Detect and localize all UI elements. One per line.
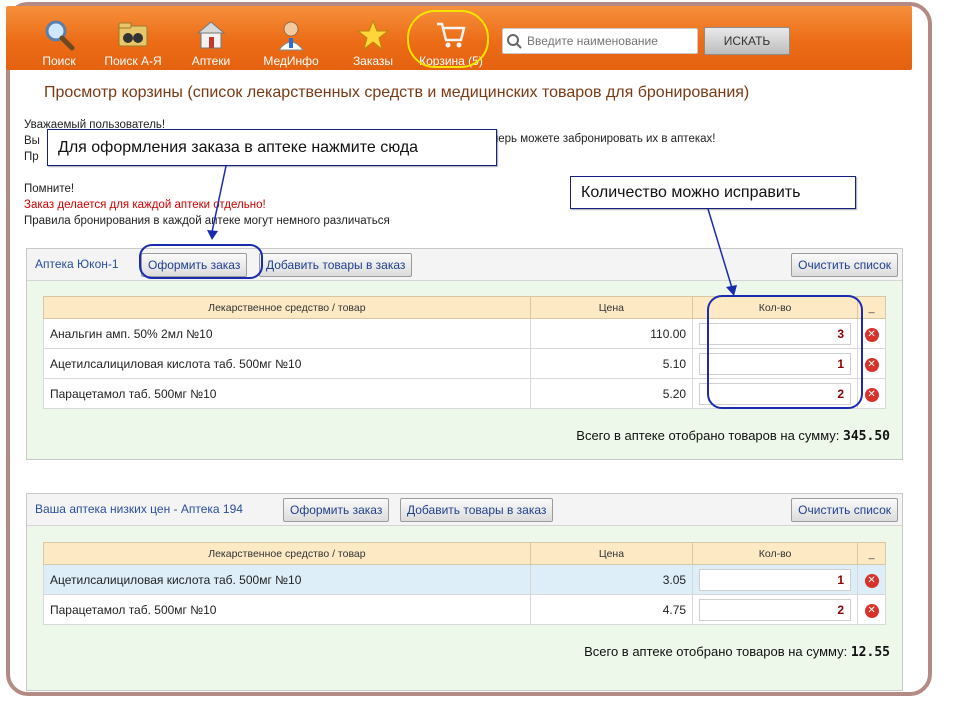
item-qty-cell	[692, 594, 859, 625]
total-label: Всего в аптеке отобрано товаров на сумму…	[576, 428, 840, 443]
quantity-input[interactable]	[699, 352, 852, 375]
items-table: Лекарственное средство / товар Цена Кол-…	[43, 542, 886, 625]
table-row: Ацетилсалициловая кислота таб. 500мг №10…	[43, 564, 886, 595]
pharmacy-total: Всего в аптеке отобрано товаров на сумму…	[584, 644, 890, 660]
nav-medinfo[interactable]: МедИнфо	[252, 12, 330, 70]
nav-search[interactable]: Поиск	[20, 12, 98, 70]
header-price: Цена	[529, 542, 694, 565]
item-qty-cell	[692, 564, 859, 595]
order-button[interactable]: Оформить заказ	[141, 253, 248, 277]
total-value: 12.55	[850, 645, 890, 660]
page-title: Просмотр корзины (список лекарственных с…	[44, 84, 750, 101]
pharmacy-building-icon	[196, 21, 226, 49]
item-name: Анальгин амп. 50% 2мл №10	[43, 318, 531, 349]
cart-highlight-annotation	[407, 10, 489, 68]
nav-pharmacies[interactable]: Аптеки	[172, 12, 250, 70]
delete-icon[interactable]: ✕	[864, 603, 879, 618]
binoculars-folder-icon	[118, 22, 148, 47]
notice-remember: Помните!	[24, 183, 75, 195]
header-name: Лекарственное средство / товар	[43, 542, 531, 565]
star-icon	[356, 19, 390, 51]
delete-cell: ✕	[857, 564, 886, 595]
table-header-row: Лекарственное средство / товар Цена Кол-…	[43, 296, 886, 319]
item-price: 110.00	[529, 318, 694, 349]
order-callout: Для оформления заказа в аптеке нажмите с…	[47, 129, 497, 166]
pharmacy-total: Всего в аптеке отобрано товаров на сумму…	[576, 428, 890, 444]
delete-icon[interactable]: ✕	[864, 387, 879, 402]
item-qty-cell	[692, 318, 859, 349]
doctor-icon	[277, 21, 305, 51]
header-price: Цена	[529, 296, 694, 319]
nav-search-az-label: Поиск А-Я	[104, 54, 162, 68]
delete-cell: ✕	[857, 348, 886, 379]
header-name: Лекарственное средство / товар	[43, 296, 531, 319]
table-row: Парацетамол таб. 500мг №10 5.20 ✕	[43, 378, 886, 409]
total-value: 345.50	[843, 429, 890, 444]
table-row: Анальгин амп. 50% 2мл №10 110.00 ✕	[43, 318, 886, 349]
item-name: Ацетилсалициловая кислота таб. 500мг №10	[43, 564, 531, 595]
nav-search-label: Поиск	[42, 54, 76, 68]
delete-cell: ✕	[857, 378, 886, 409]
nav-orders[interactable]: Заказы	[334, 12, 412, 70]
quantity-input[interactable]	[699, 598, 852, 621]
notice-rules: Правила бронирования в каждой аптеке мог…	[24, 215, 390, 227]
delete-icon[interactable]: ✕	[864, 573, 879, 588]
pharmacy-block-2: Ваша аптека низких цен - Аптека 194 Офор…	[26, 493, 903, 691]
clear-list-button[interactable]: Очистить список	[791, 498, 898, 522]
pharmacy-block-1: Аптека Юкон-1 Оформить заказ Добавить то…	[26, 248, 903, 460]
pharmacy-header: Ваша аптека низких цен - Аптека 194 Офор…	[27, 494, 902, 526]
item-price: 5.10	[529, 348, 694, 379]
order-button[interactable]: Оформить заказ	[283, 498, 390, 522]
item-price: 4.75	[529, 594, 694, 625]
header-delete: _	[857, 296, 886, 319]
quantity-input[interactable]	[699, 322, 852, 345]
item-name: Парацетамол таб. 500мг №10	[43, 594, 531, 625]
search-input[interactable]	[525, 33, 675, 49]
delete-cell: ✕	[857, 594, 886, 625]
header-qty: Кол-во	[692, 296, 859, 319]
item-name: Парацетамол таб. 500мг №10	[43, 378, 531, 409]
add-items-button[interactable]: Добавить товары в заказ	[400, 498, 554, 522]
delete-cell: ✕	[857, 318, 886, 349]
quantity-input[interactable]	[699, 568, 852, 591]
clear-list-button[interactable]: Очистить список	[791, 253, 898, 277]
search-button[interactable]: ИСКАТЬ	[704, 27, 790, 55]
total-label: Всего в аптеке отобрано товаров на сумму…	[584, 644, 848, 659]
item-name: Ацетилсалициловая кислота таб. 500мг №10	[43, 348, 531, 379]
nav-orders-label: Заказы	[352, 54, 394, 68]
pharmacy-header: Аптека Юкон-1 Оформить заказ Добавить то…	[27, 249, 902, 281]
nav-pharmacies-label: Аптеки	[191, 54, 231, 68]
table-row: Парацетамол таб. 500мг №10 4.75 ✕	[43, 594, 886, 625]
quantity-callout: Количество можно исправить	[570, 176, 856, 209]
search-box[interactable]	[502, 28, 698, 54]
item-qty-cell	[692, 348, 859, 379]
table-row: Ацетилсалициловая кислота таб. 500мг №10…	[43, 348, 886, 379]
nav-search-az[interactable]: Поиск А-Я	[94, 12, 172, 70]
item-price: 3.05	[529, 564, 694, 595]
quantity-input[interactable]	[699, 382, 852, 405]
delete-icon[interactable]: ✕	[864, 357, 879, 372]
nav-medinfo-label: МедИнфо	[263, 54, 319, 68]
header-qty: Кол-во	[692, 542, 859, 565]
notice-line-2-end: перь можете забронировать их в аптеках!	[492, 133, 716, 145]
items-table: Лекарственное средство / товар Цена Кол-…	[43, 296, 886, 409]
magnifier-icon	[45, 20, 75, 51]
table-header-row: Лекарственное средство / товар Цена Кол-…	[43, 542, 886, 565]
notice-warning: Заказ делается для каждой аптеки отдельн…	[24, 199, 266, 211]
item-price: 5.20	[529, 378, 694, 409]
add-items-button[interactable]: Добавить товары в заказ	[259, 253, 413, 277]
pharmacy-name: Аптека Юкон-1	[35, 257, 119, 271]
search-icon	[507, 34, 522, 49]
item-qty-cell	[692, 378, 859, 409]
header-delete: _	[857, 542, 886, 565]
pharmacy-name: Ваша аптека низких цен - Аптека 194	[35, 502, 243, 516]
delete-icon[interactable]: ✕	[864, 327, 879, 342]
